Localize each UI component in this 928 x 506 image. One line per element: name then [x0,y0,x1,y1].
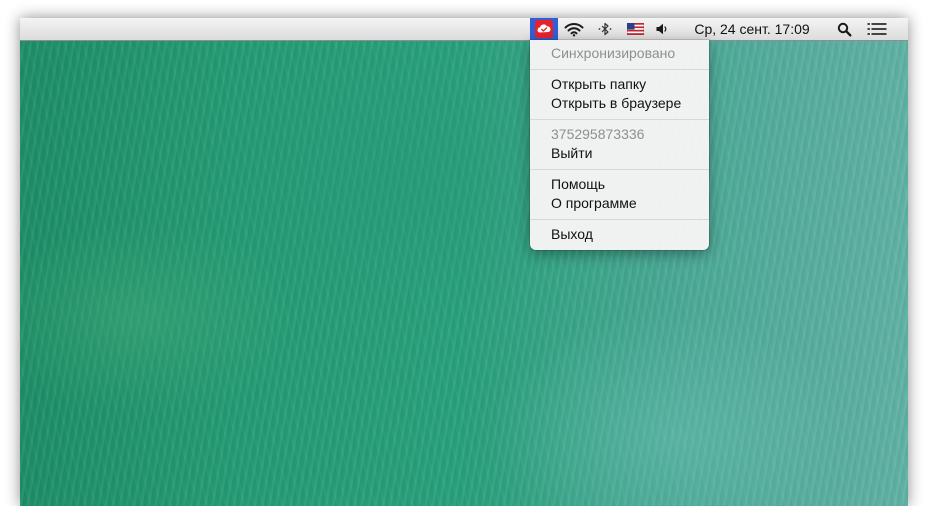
menu-item-help[interactable]: Помощь [530,175,709,194]
desktop-wallpaper [20,18,908,506]
menu-item-sync-status: Синхронизировано [551,45,676,61]
wifi-icon [564,22,584,37]
screen: Ср, 24 сент. 17:09 Синхронизировано Откр… [20,18,908,506]
menu-item-logout[interactable]: Выйти [530,144,709,163]
wifi-status-item[interactable] [561,18,587,40]
list-icon [867,22,887,36]
search-icon [837,22,852,37]
cloud-check-icon [535,20,553,38]
volume-icon [655,22,669,36]
menu-item-open-in-browser[interactable]: Открыть в браузере [530,94,709,113]
menu-item-account: 375295873336 [551,126,645,142]
bluetooth-status-item[interactable] [594,18,616,40]
app-dropdown-menu: Синхронизировано Открыть папку Открыть в… [530,40,709,250]
menu-item-about[interactable]: О программе [530,194,709,213]
us-flag-icon [626,23,644,35]
clock-status-item[interactable]: Ср, 24 сент. 17:09 [682,18,822,40]
menu-item-open-folder[interactable]: Открыть папку [530,75,709,94]
notifications-status-item[interactable] [863,18,891,40]
menu-separator [530,69,709,70]
volume-status-item[interactable] [652,18,672,40]
app-status-item[interactable] [530,18,558,40]
menu-bar: Ср, 24 сент. 17:09 [20,18,908,41]
menu-item-quit[interactable]: Выход [530,225,709,244]
menu-separator [530,219,709,220]
spotlight-status-item[interactable] [833,18,855,40]
menu-separator [530,169,709,170]
bluetooth-icon [597,21,613,37]
input-source-status-item[interactable] [624,18,646,40]
menu-separator [530,119,709,120]
clock-text: Ср, 24 сент. 17:09 [694,21,810,37]
